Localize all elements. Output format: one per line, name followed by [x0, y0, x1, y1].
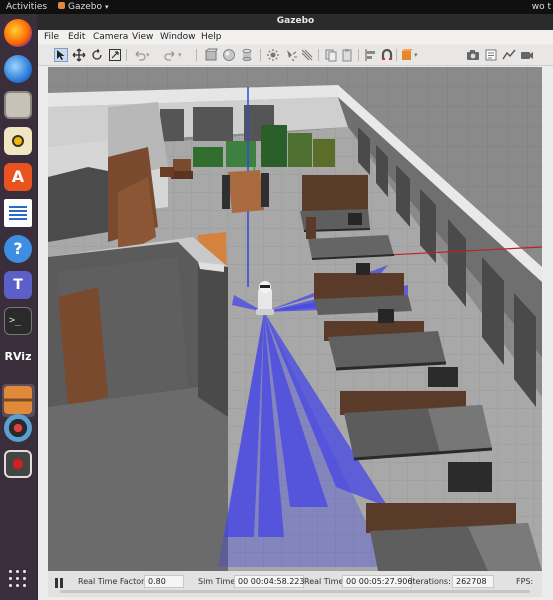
- toolbar-separator: [126, 49, 127, 61]
- help-icon[interactable]: ?: [4, 235, 32, 263]
- rtf-label: Real Time Factor:: [78, 577, 147, 586]
- real-time-value: 00 00:05:27.906: [342, 575, 412, 588]
- webcam-icon[interactable]: [4, 414, 32, 442]
- gazebo-icon[interactable]: [4, 386, 32, 414]
- scene-render: [48, 67, 542, 571]
- bed-6: [366, 503, 542, 571]
- toolbar-separator: [358, 49, 359, 61]
- pause-button[interactable]: [54, 578, 64, 588]
- screenshot-icon[interactable]: [466, 48, 480, 62]
- sim-time-label: Sim Time:: [198, 577, 238, 586]
- view-dropdown-icon[interactable]: ▾: [414, 48, 422, 62]
- scale-icon[interactable]: [108, 48, 122, 62]
- iterations-value: 262708: [452, 575, 494, 588]
- rotate-icon[interactable]: [90, 48, 104, 62]
- toolbar-separator: [260, 49, 261, 61]
- record-dot-glyph: [13, 459, 23, 469]
- menu-bar: File Edit Camera View Window Help: [38, 30, 553, 44]
- box-icon[interactable]: [204, 48, 218, 62]
- menu-window[interactable]: Window: [160, 32, 196, 42]
- left-room-dark-face: [48, 167, 108, 242]
- near-room-side-wall: [198, 262, 228, 417]
- firefox-icon[interactable]: [4, 19, 32, 47]
- chevron-down-icon: ▾: [104, 3, 109, 11]
- screen-recorder-icon[interactable]: [4, 450, 32, 478]
- toolbar-separator: [318, 49, 319, 61]
- point-light-icon[interactable]: [266, 48, 280, 62]
- redo-icon[interactable]: [164, 48, 178, 62]
- horizontal-scrollbar[interactable]: [60, 590, 530, 593]
- redo-dropdown-icon[interactable]: ▾: [178, 48, 186, 62]
- undo-icon[interactable]: [132, 48, 146, 62]
- top-bar: Activities Gazebo ▾ wo t: [0, 0, 553, 14]
- snap-icon[interactable]: [380, 48, 394, 62]
- sphere-icon[interactable]: [222, 48, 236, 62]
- menu-view[interactable]: View: [132, 32, 153, 42]
- undo-dropdown-icon[interactable]: ▾: [146, 48, 154, 62]
- cylinder-icon[interactable]: [240, 48, 254, 62]
- teams-icon[interactable]: T: [4, 271, 32, 299]
- translate-icon[interactable]: [72, 48, 86, 62]
- rviz-icon[interactable]: RViz: [4, 343, 32, 371]
- change-view-icon[interactable]: [400, 48, 414, 62]
- app-menu-gazebo-icon: [58, 2, 65, 9]
- select-arrow-icon[interactable]: [54, 48, 68, 62]
- paste-icon[interactable]: [340, 48, 354, 62]
- menu-help[interactable]: Help: [201, 32, 222, 42]
- toolbar-separator: [196, 49, 197, 61]
- sim-time-value: 00 00:04:58.223: [234, 575, 304, 588]
- toolbar: ▾ ▾ ▾: [38, 45, 553, 66]
- near-room-front-wall: [48, 387, 228, 571]
- menu-camera[interactable]: Camera: [93, 32, 128, 42]
- scene-viewport[interactable]: [48, 67, 542, 571]
- plot-icon[interactable]: [502, 48, 516, 62]
- toolbar-separator: [396, 49, 397, 61]
- directional-light-icon[interactable]: [300, 48, 314, 62]
- writer-lines-glyph: [9, 206, 27, 220]
- thunderbird-icon[interactable]: [4, 55, 32, 83]
- bed-3: [314, 273, 412, 315]
- terminal-icon[interactable]: >_: [4, 307, 32, 335]
- libreoffice-writer-icon[interactable]: [4, 199, 32, 227]
- copy-icon[interactable]: [324, 48, 338, 62]
- window-title: Gazebo: [276, 16, 315, 26]
- iterations-label: Iterations:: [410, 577, 451, 586]
- window-titlebar[interactable]: Gazebo: [38, 14, 553, 30]
- rhythmbox-icon[interactable]: [4, 127, 32, 155]
- status-bar: Real Time Factor: 0.80 Sim Time: 00 00:0…: [48, 571, 542, 597]
- system-tray-partial[interactable]: wo t: [532, 2, 551, 12]
- app-menu[interactable]: Gazebo ▾: [58, 2, 109, 12]
- dining-table: [222, 170, 269, 213]
- real-time-label: Real Time:: [304, 577, 347, 586]
- menu-edit[interactable]: Edit: [68, 32, 85, 42]
- rhythmbox-speaker-glyph: [12, 135, 24, 147]
- log-icon[interactable]: [484, 48, 498, 62]
- rtf-value: 0.80: [144, 575, 184, 588]
- app-menu-label: Gazebo: [68, 2, 102, 12]
- menu-file[interactable]: File: [44, 32, 59, 42]
- show-applications-icon[interactable]: [9, 570, 27, 588]
- fps-label: FPS:: [516, 577, 534, 586]
- video-icon[interactable]: [520, 48, 534, 62]
- software-center-icon[interactable]: A: [4, 163, 32, 191]
- dock: A ? T >_ RViz: [0, 14, 37, 600]
- activities-button[interactable]: Activities: [6, 2, 47, 12]
- spot-light-icon[interactable]: [284, 48, 298, 62]
- align-icon[interactable]: [364, 48, 378, 62]
- files-icon[interactable]: [4, 91, 32, 119]
- gazebo-window: Gazebo File Edit Camera View Window Help…: [38, 14, 553, 600]
